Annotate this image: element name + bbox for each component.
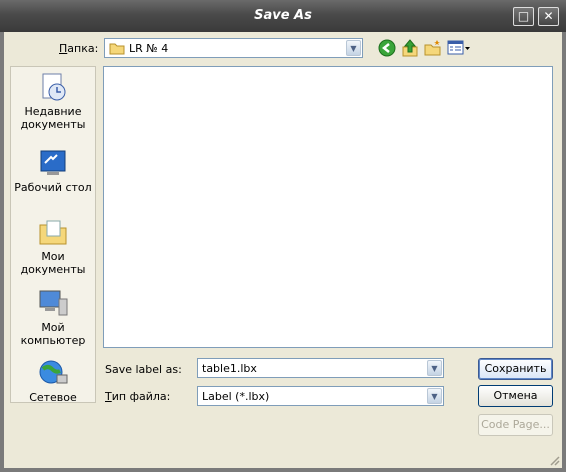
place-network[interactable]: Сетевое [11, 357, 95, 403]
place-mycomputer-label: Мой компьютер [20, 321, 86, 347]
view-menu-icon[interactable] [447, 39, 471, 57]
place-mydocs[interactable]: Мои документы [11, 216, 95, 276]
place-mydocs-label: Мои документы [20, 250, 86, 276]
dialog-body: Папка: LR № 4 ▼ Недавние документы Рабоч… [4, 32, 562, 468]
recent-documents-icon [42, 73, 66, 101]
close-icon: ✕ [543, 9, 554, 23]
folder-icon [109, 43, 125, 55]
places-bar: Недавние документы Рабочий стол Мои доку… [10, 66, 96, 403]
my-documents-icon [39, 220, 67, 245]
place-recent[interactable]: Недавние документы [11, 71, 95, 131]
window-title: Save As [254, 8, 312, 23]
place-desktop[interactable]: Рабочий стол [11, 147, 95, 194]
file-list[interactable] [103, 66, 553, 348]
title-bar[interactable]: Save As □ ✕ [0, 0, 566, 32]
new-folder-icon[interactable] [424, 39, 442, 57]
maximize-button[interactable]: □ [513, 7, 534, 26]
look-in-value: LR № 4 [129, 42, 169, 55]
chevron-down-icon[interactable]: ▼ [427, 360, 442, 376]
cancel-button[interactable]: Отмена [478, 385, 553, 407]
my-computer-icon [39, 290, 68, 316]
filename-value: table1.lbx [202, 362, 257, 375]
resize-grip-icon[interactable] [548, 454, 560, 466]
network-icon [39, 360, 68, 384]
look-in-label: Папка: [59, 42, 99, 55]
filetype-value: Label (*.lbx) [202, 390, 270, 403]
filetype-select[interactable]: Label (*.lbx) ▼ [197, 386, 444, 406]
back-icon[interactable] [378, 39, 396, 57]
chevron-down-icon[interactable]: ▼ [346, 40, 361, 56]
code-page-button[interactable]: Code Page... [478, 414, 553, 436]
up-folder-icon[interactable] [401, 39, 419, 57]
maximize-icon: □ [517, 9, 530, 23]
save-button[interactable]: Сохранить [478, 358, 553, 380]
filename-label: Save label as: [105, 363, 182, 376]
place-desktop-label: Рабочий стол [14, 181, 92, 194]
place-network-label: Сетевое [29, 391, 77, 403]
save-as-dialog: Save As □ ✕ Папка: LR № 4 ▼ Недавние док… [0, 0, 566, 472]
filetype-label: Тип файла: [105, 390, 171, 403]
look-in-combo[interactable]: LR № 4 ▼ [104, 38, 363, 58]
place-recent-label: Недавние документы [20, 105, 86, 131]
place-mycomputer[interactable]: Мой компьютер [11, 287, 95, 347]
filename-input[interactable]: table1.lbx ▼ [197, 358, 444, 378]
chevron-down-icon[interactable]: ▼ [427, 388, 442, 404]
desktop-icon [40, 150, 66, 175]
close-button[interactable]: ✕ [538, 7, 559, 26]
